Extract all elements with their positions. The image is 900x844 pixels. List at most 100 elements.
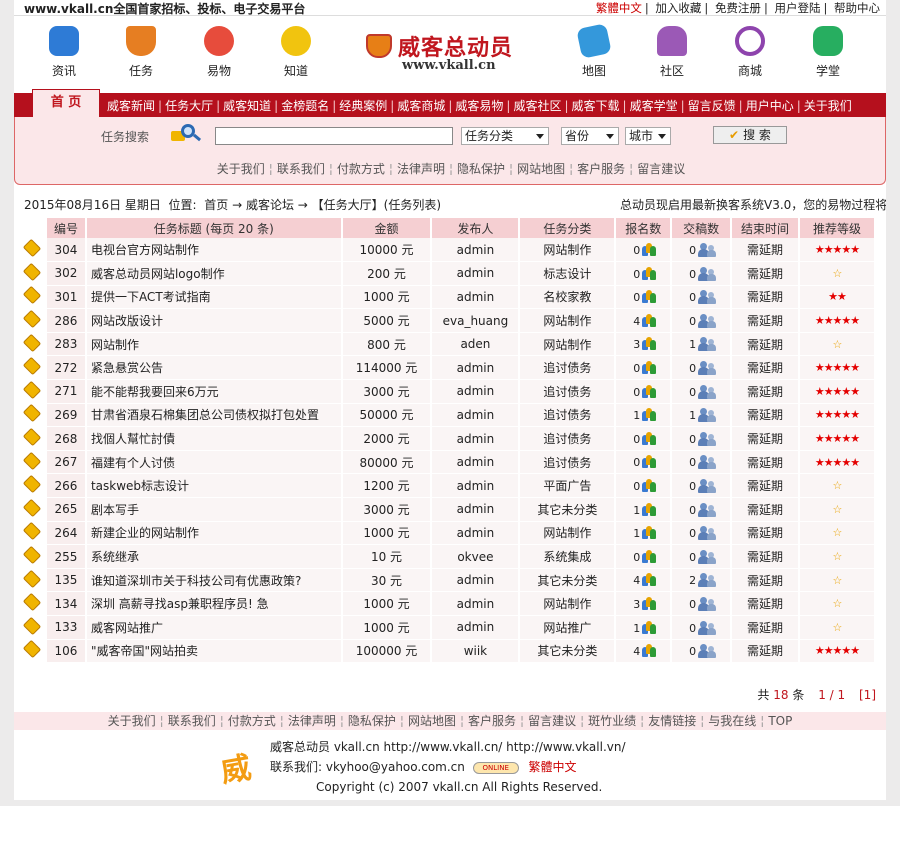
- city-select[interactable]: 城市: [625, 127, 671, 145]
- nav-map[interactable]: 地图: [564, 23, 624, 79]
- task-publisher[interactable]: aden: [431, 332, 521, 357]
- info-link-3[interactable]: 法律声明: [397, 162, 445, 176]
- task-publisher[interactable]: admin: [431, 261, 521, 286]
- nav-item-0[interactable]: 威客新闻: [107, 99, 155, 113]
- footer-link-2[interactable]: 付款方式: [228, 714, 276, 728]
- task-publisher[interactable]: admin: [431, 379, 521, 404]
- task-publisher[interactable]: admin: [431, 521, 521, 546]
- task-title-link[interactable]: 深圳 高薪寻找asp兼职程序员! 急: [85, 591, 343, 616]
- footer-link-6[interactable]: 客户服务: [468, 714, 516, 728]
- separator: |: [680, 99, 685, 113]
- task-publisher[interactable]: admin: [431, 473, 521, 499]
- nav-item-2[interactable]: 威客知道: [223, 99, 271, 113]
- task-publisher[interactable]: admin: [431, 615, 521, 640]
- breadcrumb-forum[interactable]: 威客论坛: [246, 198, 294, 212]
- nav-item-10[interactable]: 留言反馈: [688, 99, 736, 113]
- nav-news[interactable]: 资讯: [34, 26, 94, 79]
- task-title-link[interactable]: 提供一下ACT考试指南: [85, 285, 343, 310]
- nav-item-7[interactable]: 威客社区: [513, 99, 561, 113]
- province-select[interactable]: 省份: [561, 127, 619, 145]
- footer-link-1[interactable]: 联系我们: [168, 714, 216, 728]
- footer-link-0[interactable]: 关于我们: [108, 714, 156, 728]
- nav-item-6[interactable]: 威客易物: [455, 99, 503, 113]
- task-title-link[interactable]: 找個人幫忙討債: [85, 426, 343, 451]
- breadcrumb-home[interactable]: 首页: [204, 198, 228, 212]
- task-publisher[interactable]: admin: [431, 403, 521, 428]
- task-title-link[interactable]: taskweb标志设计: [85, 473, 343, 499]
- task-title-link[interactable]: 威客总动员网站logo制作: [85, 261, 343, 286]
- task-publisher[interactable]: admin: [431, 568, 521, 593]
- task-title-link[interactable]: 系统继承: [85, 544, 343, 569]
- nav-home-tab[interactable]: 首 页: [32, 89, 100, 117]
- nav-knowledge[interactable]: 知道: [266, 26, 326, 79]
- nav-item-5[interactable]: 威客商城: [397, 99, 445, 113]
- task-publisher[interactable]: admin: [431, 591, 521, 616]
- nav-item-12[interactable]: 关于我们: [804, 99, 852, 113]
- task-title-link[interactable]: 能不能帮我要回来6万元: [85, 379, 343, 404]
- task-category-select[interactable]: 任务分类: [461, 127, 549, 145]
- task-title-link[interactable]: 网站改版设计: [85, 308, 343, 333]
- footer-link-7[interactable]: 留言建议: [528, 714, 576, 728]
- task-publisher[interactable]: admin: [431, 285, 521, 310]
- footer-traditional-link[interactable]: 繁體中文: [529, 760, 577, 774]
- task-publisher[interactable]: eva_huang: [431, 308, 521, 333]
- task-category: 其它未分类: [519, 497, 617, 522]
- nav-item-8[interactable]: 威客下载: [572, 99, 620, 113]
- nav-mall[interactable]: 商城: [720, 26, 780, 79]
- nav-item-3[interactable]: 金榜题名: [281, 99, 329, 113]
- search-input[interactable]: [215, 127, 453, 145]
- register-link[interactable]: 免费注册: [715, 1, 761, 15]
- online-badge-icon[interactable]: ONLINE: [472, 761, 519, 774]
- footer-link-4[interactable]: 隐私保护: [348, 714, 396, 728]
- footer-link-9[interactable]: 友情链接: [648, 714, 696, 728]
- info-link-6[interactable]: 客户服务: [577, 162, 625, 176]
- info-link-5[interactable]: 网站地图: [517, 162, 565, 176]
- footer-link-3[interactable]: 法律声明: [288, 714, 336, 728]
- scrolling-notice[interactable]: 总动员现启用最新换客系统V3.0，您的易物过程将更加: [620, 196, 886, 213]
- footer-link-11[interactable]: TOP: [768, 714, 792, 728]
- task-publisher[interactable]: wiik: [431, 639, 521, 664]
- task-publisher[interactable]: admin: [431, 426, 521, 451]
- site-logo[interactable]: 威客总动员 www.vkall.cn: [366, 30, 526, 76]
- task-title-link[interactable]: 谁知道深圳市关于科技公司有优惠政策?: [85, 568, 343, 593]
- chevron-down-icon: [658, 134, 666, 139]
- task-publisher[interactable]: admin: [431, 355, 521, 381]
- info-link-1[interactable]: 联系我们: [277, 162, 325, 176]
- traditional-chinese-link[interactable]: 繁體中文: [596, 1, 642, 15]
- page-link-1[interactable]: [1]: [859, 688, 876, 702]
- task-title-link[interactable]: 福建有个人讨债: [85, 450, 343, 475]
- nav-item-9[interactable]: 威客学堂: [630, 99, 678, 113]
- footer-contact[interactable]: 联系我们: vkyhoo@yahoo.com.cn: [270, 760, 465, 774]
- task-title-link[interactable]: 电视台官方网站制作: [85, 238, 343, 263]
- footer-link-5[interactable]: 网站地图: [408, 714, 456, 728]
- nav-barter[interactable]: 易物: [189, 26, 249, 79]
- info-link-7[interactable]: 留言建议: [637, 162, 685, 176]
- help-link[interactable]: 帮助中心: [834, 1, 880, 15]
- row-icon-cell: [20, 450, 47, 475]
- info-link-2[interactable]: 付款方式: [337, 162, 385, 176]
- nav-item-4[interactable]: 经典案例: [339, 99, 387, 113]
- task-title-link[interactable]: 新建企业的网站制作: [85, 521, 343, 546]
- task-title-link[interactable]: 网站制作: [85, 332, 343, 357]
- footer-link-8[interactable]: 斑竹业绩: [588, 714, 636, 728]
- task-title-link[interactable]: "威客帝国"网站拍卖: [85, 639, 343, 664]
- task-title-link[interactable]: 剧本写手: [85, 497, 343, 522]
- nav-item-11[interactable]: 用户中心: [746, 99, 794, 113]
- info-link-4[interactable]: 隐私保护: [457, 162, 505, 176]
- search-button[interactable]: ✔ 搜 索: [713, 126, 787, 144]
- add-favorite-link[interactable]: 加入收藏: [655, 1, 701, 15]
- task-publisher[interactable]: admin: [431, 238, 521, 263]
- task-publisher[interactable]: admin: [431, 450, 521, 475]
- nav-school[interactable]: 学堂: [798, 26, 858, 79]
- task-title-link[interactable]: 紧急悬赏公告: [85, 355, 343, 381]
- info-link-0[interactable]: 关于我们: [217, 162, 265, 176]
- nav-community[interactable]: 社区: [642, 26, 702, 79]
- task-title-link[interactable]: 威客网站推广: [85, 615, 343, 640]
- login-link[interactable]: 用户登陆: [774, 1, 820, 15]
- nav-item-1[interactable]: 任务大厅: [165, 99, 213, 113]
- nav-task[interactable]: 任务: [111, 26, 171, 79]
- task-publisher[interactable]: admin: [431, 497, 521, 522]
- task-publisher[interactable]: okvee: [431, 544, 521, 569]
- footer-link-10[interactable]: 与我在线: [708, 714, 756, 728]
- task-title-link[interactable]: 甘肃省酒泉石棉集团总公司债权拟打包处置: [85, 403, 343, 428]
